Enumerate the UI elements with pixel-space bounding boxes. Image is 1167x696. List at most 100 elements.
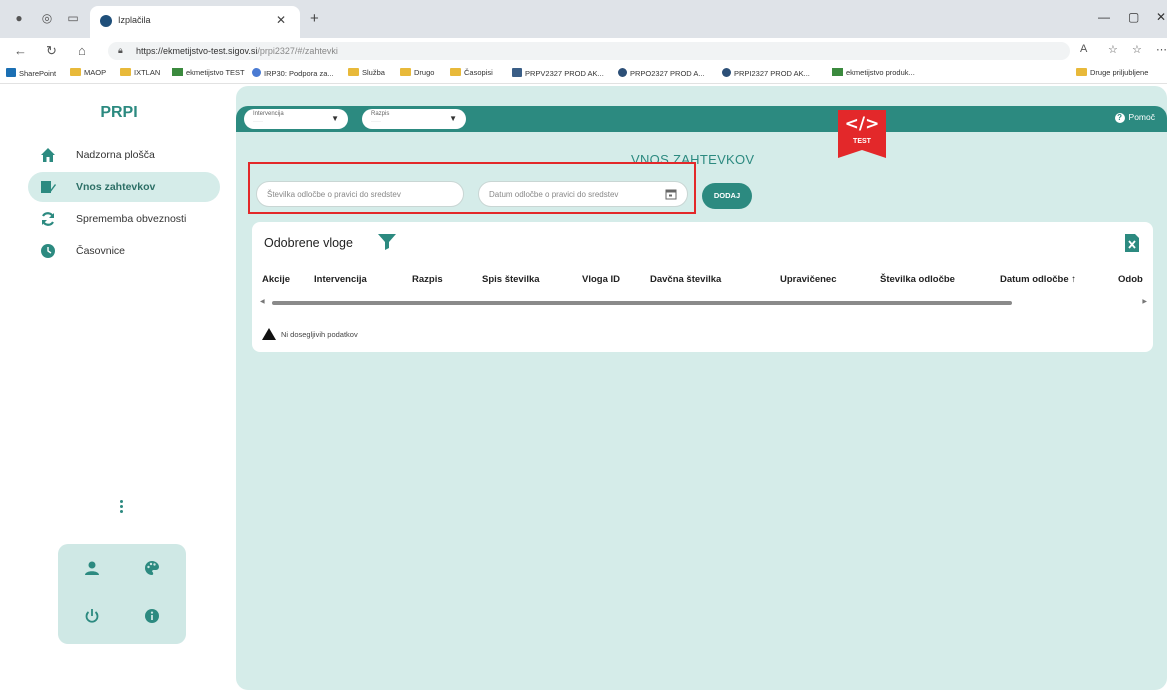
bookmark-item[interactable]: ekmetijstvo TEST [172, 68, 245, 77]
bookmark-item[interactable]: PRPV2327 PROD AK... [512, 68, 604, 78]
maximize-icon[interactable]: ▢ [1128, 10, 1139, 24]
column-header-spis-stevilka[interactable]: Spis številka [482, 274, 540, 285]
horizontal-scrollbar[interactable]: ◀ ▶ [260, 298, 1147, 308]
filter-icon[interactable] [378, 234, 396, 250]
scroll-right-icon[interactable]: ▶ [1142, 298, 1147, 305]
bookmark-item[interactable]: IRP30: Podpora za... [252, 68, 334, 78]
top-filter-bar: Intervencija ····· ▼ Razpis ····· ▼ ? Pom… [236, 106, 1167, 132]
profile-icon[interactable]: ● [12, 11, 26, 25]
sidebar-item-label: Vnos zahtevkov [76, 181, 156, 193]
column-header-vloga-id[interactable]: Vloga ID [582, 274, 620, 285]
palette-icon[interactable] [144, 560, 160, 576]
decision-number-input[interactable]: Številka odločbe o pravici do sredstev [256, 181, 464, 207]
column-header-intervencija[interactable]: Intervencija [314, 274, 367, 285]
tab-title: Izplačila [118, 15, 151, 25]
url-path: /prpi2327/#/zahtevki [257, 46, 338, 56]
mail-icon [832, 68, 843, 76]
browser-tab-bar: ● ◎ ▭ Izplačila ✕ + — ▢ ✕ [0, 0, 1167, 38]
folder-icon [348, 68, 359, 76]
help-button[interactable]: ? Pomoč [1114, 112, 1155, 123]
bookmark-item[interactable]: Časopisi [450, 68, 493, 77]
column-header-akcije[interactable]: Akcije [262, 274, 290, 285]
table-title: Odobrene vloge [264, 236, 353, 250]
sidebar-item-label: Sprememba obveznosti [76, 213, 187, 225]
column-header-davcna-stevilka[interactable]: Davčna številka [650, 274, 721, 285]
favorites-icon[interactable]: ☆ [1132, 43, 1142, 56]
intervencija-label: Intervencija [253, 111, 284, 117]
user-icon[interactable] [84, 560, 100, 576]
app-root: PRPI Nadzorna plošča Vnos zahtevkov Spre… [8, 86, 1167, 696]
folder-icon [70, 68, 81, 76]
bookmark-item[interactable]: IXTLAN [120, 68, 160, 77]
more-icon[interactable]: ⋯ [1156, 43, 1167, 56]
column-header-stevilka-odlocbe[interactable]: Številka odločbe [880, 274, 955, 285]
column-header-datum-odlocbe[interactable]: Datum odločbe ↑ [1000, 274, 1076, 285]
sidebar-item-casovnice[interactable]: Časovnice [28, 236, 220, 266]
lock-icon: 🔒︎ [118, 45, 123, 55]
column-header-upravicenec[interactable]: Upravičenec [780, 274, 837, 285]
mail-icon [172, 68, 183, 76]
env-label: TEST [853, 138, 871, 145]
minimize-icon[interactable]: — [1098, 10, 1110, 24]
workspaces-icon[interactable]: ◎ [40, 11, 54, 25]
home-browser-icon[interactable]: ⌂ [78, 43, 86, 58]
help-label: Pomoč [1128, 112, 1155, 122]
site-favicon-icon [100, 15, 112, 27]
close-tab-icon[interactable]: ✕ [276, 13, 286, 27]
other-bookmarks[interactable]: Druge priljubljene [1076, 68, 1148, 77]
decision-date-placeholder: Datum odločbe o pravici do sredstev [489, 190, 619, 199]
url-field[interactable]: 🔒︎ https://ekmetijstvo-test.sigov.si/prp… [108, 42, 1070, 60]
main-content: Intervencija ····· ▼ Razpis ····· ▼ ? Pom… [236, 86, 1167, 690]
site-icon [252, 68, 261, 77]
calendar-icon[interactable] [665, 188, 677, 200]
more-vertical-icon[interactable] [120, 500, 124, 515]
refresh-icon [41, 212, 55, 226]
power-icon[interactable] [84, 608, 100, 624]
sidebar-item-sprememba-obveznosti[interactable]: Sprememba obveznosti [28, 204, 220, 234]
column-header-odob[interactable]: Odob [1118, 274, 1143, 285]
chevron-down-icon: ▼ [331, 114, 339, 123]
sidebar-item-label: Časovnice [76, 245, 126, 257]
new-tab-icon[interactable]: + [310, 10, 319, 27]
sidebar-item-label: Nadzorna plošča [76, 149, 155, 161]
scroll-left-icon[interactable]: ◀ [260, 298, 265, 305]
scrollbar-thumb[interactable] [272, 301, 1012, 305]
excel-export-icon[interactable] [1125, 234, 1139, 252]
warning-icon [262, 328, 276, 340]
site-icon [512, 68, 522, 77]
site-icon [722, 68, 731, 77]
decision-date-input[interactable]: Datum odločbe o pravici do sredstev [478, 181, 688, 207]
back-icon[interactable]: ← [14, 43, 27, 58]
approved-applications-card: Odobrene vloge Akcije Intervencija Razpi… [252, 222, 1153, 352]
help-icon: ? [1114, 113, 1125, 123]
clock-icon [41, 244, 55, 258]
sidebar: PRPI Nadzorna plošča Vnos zahtevkov Spre… [8, 86, 230, 696]
razpis-select[interactable]: Razpis ····· ▼ [362, 109, 466, 129]
utility-panel [58, 544, 186, 644]
bookmark-item[interactable]: ekmetijstvo produk... [832, 68, 915, 77]
column-header-razpis[interactable]: Razpis [412, 274, 443, 285]
bookmark-item[interactable]: SharePoint [6, 68, 56, 78]
app-brand: PRPI [100, 104, 138, 121]
decision-number-placeholder: Številka odločbe o pravici do sredstev [267, 190, 401, 199]
bookmark-item[interactable]: PRPI2327 PROD AK... [722, 68, 810, 78]
info-icon[interactable] [144, 608, 160, 624]
favorite-star-icon[interactable]: ☆ [1108, 43, 1118, 56]
reload-icon[interactable]: ↻ [46, 43, 57, 59]
sidebar-item-nadzorna-plosca[interactable]: Nadzorna plošča [28, 140, 220, 170]
bookmark-item[interactable]: MAOP [70, 68, 106, 77]
bookmark-item[interactable]: PRPO2327 PROD A... [618, 68, 705, 78]
test-environment-badge: </> TEST [838, 110, 886, 158]
sidebar-item-vnos-zahtevkov[interactable]: Vnos zahtevkov [28, 172, 220, 202]
read-aloud-icon[interactable]: A [1080, 43, 1087, 55]
tab-actions-icon[interactable]: ▭ [66, 11, 80, 25]
edit-document-icon [41, 181, 56, 193]
add-button[interactable]: DODAJ [702, 183, 752, 209]
browser-tab[interactable]: Izplačila ✕ [90, 6, 300, 38]
folder-icon [1076, 68, 1087, 76]
bookmark-item[interactable]: Drugo [400, 68, 434, 77]
close-window-icon[interactable]: ✕ [1156, 10, 1166, 24]
bookmark-item[interactable]: Služba [348, 68, 385, 77]
folder-icon [450, 68, 461, 76]
intervencija-select[interactable]: Intervencija ····· ▼ [244, 109, 348, 129]
